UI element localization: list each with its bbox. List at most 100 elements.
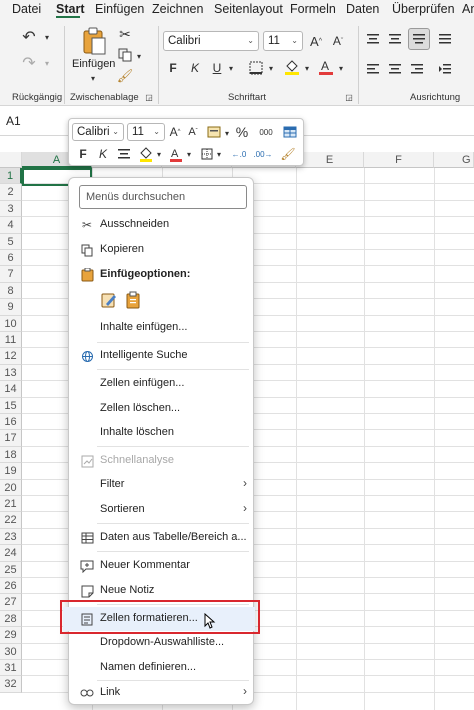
align-middle-icon[interactable] (386, 30, 404, 48)
mini-font-color-dropdown-icon[interactable]: ▾ (185, 148, 193, 160)
mini-font-name-dropdown[interactable]: Calibri ⌄ (72, 123, 124, 141)
row-header-13[interactable]: 13 (0, 364, 22, 382)
mini-font-size-dropdown[interactable]: 11 ⌄ (127, 123, 165, 141)
mini-font-color-icon[interactable]: A (167, 144, 185, 164)
row-header-1[interactable]: 1 (0, 168, 22, 185)
fill-color-icon[interactable] (282, 56, 302, 78)
tab-ansicht[interactable]: An (462, 2, 474, 16)
tab-start[interactable]: Start (56, 2, 84, 16)
column-header-g[interactable]: G (434, 152, 474, 168)
tab-zeichnen[interactable]: Zeichnen (152, 2, 203, 16)
orientation-icon[interactable] (436, 30, 454, 48)
redo-icon[interactable]: ↷ (18, 52, 40, 74)
align-left-icon[interactable] (364, 60, 382, 78)
font-launcher-icon[interactable]: ◲ (344, 92, 354, 102)
tab-datei[interactable]: Datei (12, 2, 41, 16)
row-header-27[interactable]: 27 (0, 594, 22, 611)
row-header-16[interactable]: 16 (0, 414, 22, 431)
shrink-font-icon[interactable]: Aˇ (329, 31, 347, 51)
font-color-icon[interactable]: A (316, 56, 336, 78)
row-header-32[interactable]: 32 (0, 676, 22, 693)
menu-item-copy[interactable]: Kopieren (69, 238, 255, 262)
undo-dropdown-icon[interactable]: ▾ (42, 30, 52, 44)
column-header-e[interactable]: E (296, 152, 364, 168)
mini-number-format-icon[interactable] (205, 123, 223, 141)
row-header-14[interactable]: 14 (0, 381, 22, 398)
menu-item-dropdown-list[interactable]: Dropdown-Auswahlliste... (69, 631, 255, 655)
row-header-28[interactable]: 28 (0, 610, 22, 628)
row-header-6[interactable]: 6 (0, 250, 22, 267)
copy-dropdown-icon[interactable]: ▾ (134, 50, 144, 62)
paste-dropdown-icon[interactable]: ▾ (88, 72, 98, 84)
underline-dropdown-icon[interactable]: ▾ (226, 62, 236, 74)
paste-label[interactable]: Einfügen (72, 58, 115, 70)
clipboard-launcher-icon[interactable]: ◲ (144, 92, 154, 102)
cut-icon[interactable]: ✂ (116, 25, 134, 43)
tab-seitenlayout[interactable]: Seitenlayout (214, 2, 283, 16)
menu-item-smart-lookup[interactable]: Intelligente Suche (69, 344, 255, 368)
tab-daten[interactable]: Daten (346, 2, 379, 16)
mini-borders-dropdown-icon[interactable]: ▾ (215, 148, 223, 160)
row-header-2[interactable]: 2 (0, 184, 22, 201)
borders-dropdown-icon[interactable]: ▾ (266, 62, 276, 74)
menu-item-delete-cells[interactable]: Zellen löschen... (69, 397, 255, 421)
menu-item-new-comment[interactable]: Neuer Kommentar (69, 554, 255, 578)
mini-italic-button[interactable]: K (95, 145, 111, 163)
fill-color-dropdown-icon[interactable]: ▾ (302, 62, 312, 74)
row-header-26[interactable]: 26 (0, 578, 22, 595)
row-header-8[interactable]: 8 (0, 282, 22, 300)
row-header-22[interactable]: 22 (0, 512, 22, 529)
paste-values-icon[interactable] (123, 290, 143, 310)
column-header-f[interactable]: F (364, 152, 434, 168)
mini-fill-color-dropdown-icon[interactable]: ▾ (155, 148, 163, 160)
mini-grow-font-icon[interactable]: A ^ (167, 123, 183, 141)
mini-shrink-font-icon[interactable]: Aˇ (185, 123, 201, 141)
row-header-12[interactable]: 12 (0, 348, 22, 365)
tab-formeln[interactable]: Formeln (290, 2, 336, 16)
undo-icon[interactable]: ↶ (18, 26, 40, 48)
tab-ueberpruefen[interactable]: Überprüfen (392, 2, 455, 16)
row-header-5[interactable]: 5 (0, 233, 22, 250)
mini-borders-icon[interactable] (199, 145, 215, 163)
menu-item-get-data[interactable]: Daten aus Tabelle/Bereich a... (69, 526, 255, 550)
row-header-19[interactable]: 19 (0, 463, 22, 480)
row-header-25[interactable]: 25 (0, 561, 22, 578)
row-header-20[interactable]: 20 (0, 479, 22, 496)
format-painter-icon[interactable]: 🖌 (116, 67, 134, 85)
copy-icon[interactable] (116, 46, 134, 64)
align-center-icon[interactable] (386, 60, 404, 78)
select-all-corner[interactable] (0, 152, 22, 168)
menu-item-clear-contents[interactable]: Inhalte löschen (69, 421, 255, 445)
mini-bold-button[interactable]: F (75, 145, 91, 163)
menu-search-input[interactable]: Menüs durchsuchen (79, 185, 247, 209)
row-header-31[interactable]: 31 (0, 660, 22, 677)
menu-item-sort[interactable]: Sortieren › (69, 498, 255, 522)
mini-format-table-icon[interactable] (281, 123, 299, 141)
row-header-3[interactable]: 3 (0, 200, 22, 218)
mini-fill-color-icon[interactable] (137, 144, 155, 164)
menu-item-filter[interactable]: Filter › (69, 473, 255, 497)
align-right-icon[interactable] (408, 60, 426, 78)
mini-thousands-button[interactable]: 000 (255, 123, 277, 141)
menu-item-define-name[interactable]: Namen definieren... (69, 656, 255, 680)
align-top-icon[interactable] (364, 30, 382, 48)
paste-formatting-icon[interactable] (99, 290, 119, 310)
mini-increase-decimal-icon[interactable]: ←.0 (229, 145, 249, 163)
redo-dropdown-icon[interactable]: ▾ (42, 56, 52, 70)
row-header-23[interactable]: 23 (0, 528, 22, 546)
font-size-dropdown[interactable]: 11 ⌄ (263, 31, 303, 51)
row-header-15[interactable]: 15 (0, 397, 22, 414)
menu-item-cut[interactable]: ✂ Ausschneiden (69, 213, 255, 237)
tab-einfuegen[interactable]: Einfügen (95, 2, 144, 16)
menu-item-insert-cells[interactable]: Zellen einfügen... (69, 372, 255, 396)
bold-button[interactable]: F (164, 58, 182, 78)
row-header-21[interactable]: 21 (0, 496, 22, 513)
row-header-11[interactable]: 11 (0, 332, 22, 349)
borders-icon[interactable] (246, 58, 266, 78)
underline-button[interactable]: U (208, 58, 226, 78)
row-header-17[interactable]: 17 (0, 430, 22, 447)
italic-button[interactable]: K (186, 58, 204, 78)
align-bottom-icon[interactable] (408, 28, 430, 50)
row-header-18[interactable]: 18 (0, 446, 22, 464)
mini-align-center-icon[interactable] (115, 145, 133, 163)
